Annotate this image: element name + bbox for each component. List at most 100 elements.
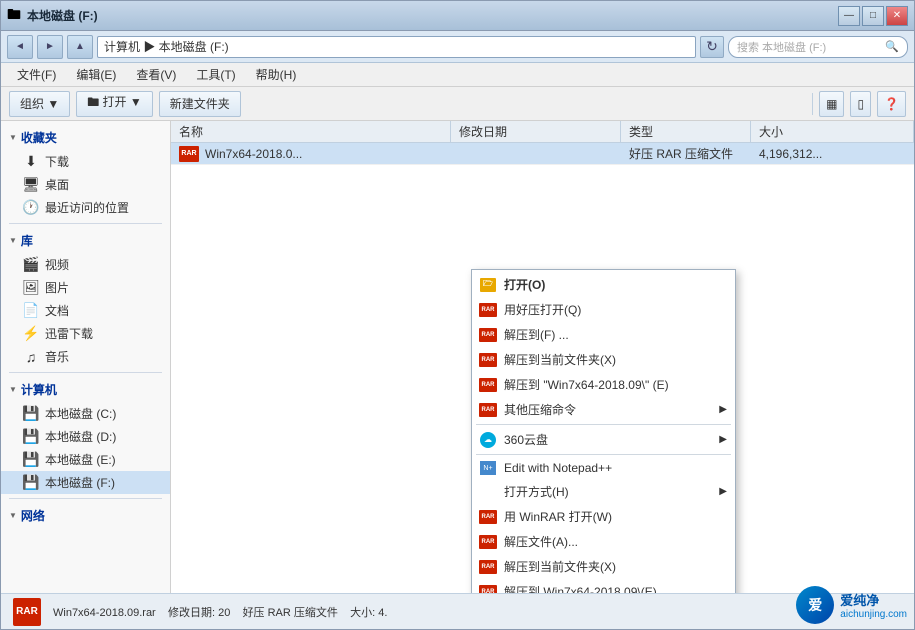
ctx-notepad[interactable]: N+ Edit with Notepad++	[472, 457, 735, 479]
minimize-button[interactable]: —	[838, 6, 860, 26]
menu-view[interactable]: 查看(V)	[128, 64, 184, 85]
logo-text: 爱纯净 aichunjing.com	[840, 590, 907, 620]
documents-icon: 📄	[23, 303, 39, 319]
sidebar-item-pictures[interactable]: 🖼 图片	[1, 276, 170, 299]
address-path[interactable]: 计算机 ▶ 本地磁盘 (F:)	[97, 36, 696, 58]
network-arrow: ▼	[9, 511, 17, 520]
sidebar-item-local-e[interactable]: 💾 本地磁盘 (E:)	[1, 448, 170, 471]
documents-label: 文档	[45, 302, 69, 319]
sidebar-item-music[interactable]: ♫ 音乐	[1, 345, 170, 368]
menu-file[interactable]: 文件(F)	[9, 64, 64, 85]
close-button[interactable]: ✕	[886, 6, 908, 26]
sidebar-item-desktop[interactable]: 🖥 桌面	[1, 173, 170, 196]
local-e-label: 本地磁盘 (E:)	[45, 451, 116, 468]
video-label: 视频	[45, 256, 69, 273]
title-bar: 🖿 本地磁盘 (F:) — □ ✕	[1, 1, 914, 31]
sidebar-section-computer[interactable]: ▼ 计算机	[1, 377, 170, 402]
menu-bar: 文件(F) 编辑(E) 查看(V) 工具(T) 帮助(H)	[1, 63, 914, 87]
ctx-7zip-open[interactable]: RAR 用好压打开(Q)	[472, 297, 735, 322]
ctx-open-with-arrow: ▶	[719, 486, 727, 497]
sidebar-item-recent[interactable]: 🕐 最近访问的位置	[1, 196, 170, 219]
up-button[interactable]: ▲	[67, 35, 93, 59]
new-folder-button[interactable]: 新建文件夹	[159, 91, 241, 117]
status-date: 修改日期: 20	[168, 607, 230, 619]
forward-button[interactable]: ►	[37, 35, 63, 59]
sidebar-separator-3	[9, 498, 162, 499]
video-icon: 🎬	[23, 257, 39, 273]
sidebar-section-library[interactable]: ▼ 库	[1, 228, 170, 253]
sidebar-item-downloads[interactable]: ⬇ 下载	[1, 150, 170, 173]
window-icon: 🖿	[7, 4, 21, 28]
sidebar-item-documents[interactable]: 📄 文档	[1, 299, 170, 322]
title-bar-left: 🖿 本地磁盘 (F:)	[7, 4, 98, 28]
logo-circle-text: 爱	[808, 595, 822, 615]
menu-help[interactable]: 帮助(H)	[248, 64, 305, 85]
main-content: ▼ 收藏夹 ⬇ 下载 🖥 桌面 🕐 最近访问的位置 ▼ 库 🎬	[1, 121, 914, 593]
ctx-open-with-icon	[478, 484, 498, 500]
ctx-extract-a[interactable]: RAR 解压文件(A)...	[472, 529, 735, 554]
ctx-360cloud-label: 360云盘	[504, 431, 548, 448]
search-bar[interactable]: 搜索 本地磁盘 (F:) 🔍	[728, 36, 908, 58]
main-window: 🖿 本地磁盘 (F:) — □ ✕ ◄ ► ▲ 计算机 ▶ 本地磁盘 (F:) …	[0, 0, 915, 630]
ctx-360cloud-arrow: ▶	[719, 434, 727, 445]
table-row[interactable]: RAR Win7x64-2018.0... 好压 RAR 压缩文件 4,196,…	[171, 143, 914, 165]
local-c-label: 本地磁盘 (C:)	[45, 405, 116, 422]
ctx-extract-to[interactable]: RAR 解压到(F) ...	[472, 322, 735, 347]
recent-icon: 🕐	[23, 200, 39, 216]
local-f-label: 本地磁盘 (F:)	[45, 474, 115, 491]
ctx-extract-named-icon: RAR	[478, 377, 498, 393]
ctx-open-label: 打开(O)	[504, 276, 545, 293]
status-thumbnail: RAR	[13, 598, 41, 626]
organize-button[interactable]: 组织 ▼	[9, 91, 70, 117]
ctx-7zip-label: 用好压打开(Q)	[504, 301, 581, 318]
ctx-extract-named[interactable]: RAR 解压到 "Win7x64-2018.09\" (E)	[472, 372, 735, 397]
maximize-button[interactable]: □	[862, 6, 884, 26]
toolbar-right: ▦ ▯ ❓	[812, 91, 906, 117]
ctx-winrar-open-label: 用 WinRAR 打开(W)	[504, 508, 612, 525]
col-header-name[interactable]: 名称	[171, 121, 451, 142]
ctx-winrar-open[interactable]: RAR 用 WinRAR 打开(W)	[472, 504, 735, 529]
sidebar-item-local-d[interactable]: 💾 本地磁盘 (D:)	[1, 425, 170, 448]
open-button[interactable]: 🖿 打开 ▼	[76, 91, 153, 117]
col-header-size[interactable]: 大小	[751, 121, 914, 142]
ctx-7zip-icon: RAR	[478, 302, 498, 318]
ctx-360cloud[interactable]: ☁ 360云盘 ▶	[472, 427, 735, 452]
sidebar-separator-2	[9, 372, 162, 373]
ctx-open-with[interactable]: 打开方式(H) ▶	[472, 479, 735, 504]
col-header-type[interactable]: 类型	[621, 121, 751, 142]
ctx-extract-a-icon: RAR	[478, 534, 498, 550]
local-c-icon: 💾	[23, 406, 39, 422]
ctx-extract-dir[interactable]: RAR 解压到 Win7x64-2018.09\(E)	[472, 579, 735, 593]
ctx-open-with-label: 打开方式(H)	[504, 483, 569, 500]
desktop-icon: 🖥	[23, 177, 39, 193]
status-type: 好压 RAR 压缩文件	[243, 607, 338, 619]
ctx-notepad-label: Edit with Notepad++	[504, 461, 612, 475]
preview-button[interactable]: ▯	[850, 91, 871, 117]
file-name: Win7x64-2018.0...	[205, 147, 302, 161]
refresh-button[interactable]: ↻	[700, 36, 724, 58]
local-d-label: 本地磁盘 (D:)	[45, 428, 116, 445]
ctx-open[interactable]: 🗁 打开(O)	[472, 272, 735, 297]
sidebar-item-local-c[interactable]: 💾 本地磁盘 (C:)	[1, 402, 170, 425]
local-f-icon: 💾	[23, 475, 39, 491]
ctx-extract-dir-icon: RAR	[478, 584, 498, 594]
ctx-extract-here2[interactable]: RAR 解压到当前文件夹(X)	[472, 554, 735, 579]
help-button[interactable]: ❓	[877, 91, 906, 117]
sidebar-item-video[interactable]: 🎬 视频	[1, 253, 170, 276]
status-info: Win7x64-2018.09.rar 修改日期: 20 好压 RAR 压缩文件…	[53, 604, 387, 620]
menu-edit[interactable]: 编辑(E)	[68, 64, 124, 85]
ctx-other-compress[interactable]: RAR 其他压缩命令 ▶	[472, 397, 735, 422]
ctx-extract-here[interactable]: RAR 解压到当前文件夹(X)	[472, 347, 735, 372]
menu-tools[interactable]: 工具(T)	[188, 64, 243, 85]
ctx-winrar-icon: RAR	[478, 509, 498, 525]
sidebar-item-local-f[interactable]: 💾 本地磁盘 (F:)	[1, 471, 170, 494]
col-header-date[interactable]: 修改日期	[451, 121, 621, 142]
sidebar-item-xunlei[interactable]: ⚡ 迅雷下载	[1, 322, 170, 345]
sidebar-section-network[interactable]: ▼ 网络	[1, 503, 170, 528]
ctx-extract-to-icon: RAR	[478, 327, 498, 343]
ctx-extract-here-icon: RAR	[478, 352, 498, 368]
back-button[interactable]: ◄	[7, 35, 33, 59]
pictures-label: 图片	[45, 279, 69, 296]
sidebar-section-favorites[interactable]: ▼ 收藏夹	[1, 125, 170, 150]
view-button[interactable]: ▦	[819, 91, 844, 117]
